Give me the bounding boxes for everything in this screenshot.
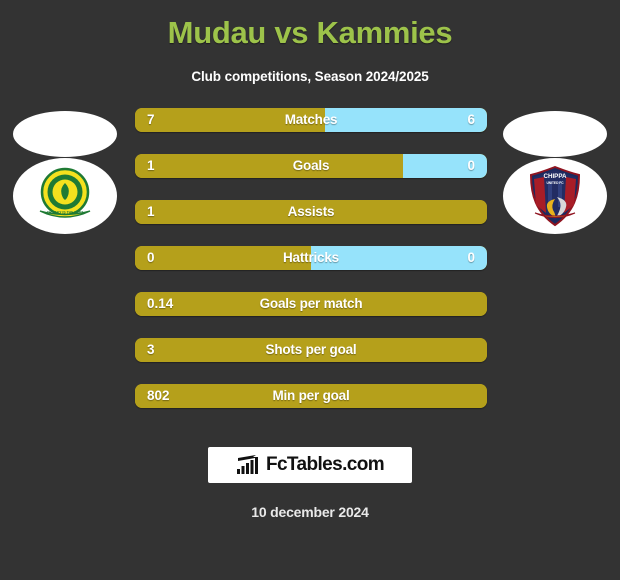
stat-label: Assists xyxy=(287,204,335,219)
stat-row: 3 Shots per goal xyxy=(135,338,487,362)
page-subtitle: Club competitions, Season 2024/2025 xyxy=(191,69,429,84)
comparison-area: THE SKY IS THE LIMIT CHIPPA UNITED FC 7 … xyxy=(0,108,620,418)
home-crest-placeholder-top xyxy=(13,111,117,157)
stat-label: Hattricks xyxy=(283,250,339,265)
home-team-crest-column: THE SKY IS THE LIMIT xyxy=(0,108,130,408)
mamelodi-sundowns-crest-icon: THE SKY IS THE LIMIT xyxy=(39,167,91,218)
stat-label: Min per goal xyxy=(272,388,350,403)
stat-label: Goals xyxy=(292,158,330,173)
svg-text:UNITED FC: UNITED FC xyxy=(547,181,565,185)
stat-row: 0 Hattricks 0 xyxy=(135,246,487,270)
stat-row: 1 Assists xyxy=(135,200,487,224)
away-crest-placeholder-top xyxy=(503,111,607,157)
away-stat-value: 0 xyxy=(467,250,475,265)
stat-row: 1 Goals 0 xyxy=(135,154,487,178)
brand-name: FcTables.com xyxy=(265,454,385,475)
bar-chart-arrow-icon xyxy=(236,455,258,474)
stat-bar-list: 7 Matches 6 1 Goals 0 1 Assists 0 Hattri… xyxy=(135,108,487,408)
stat-row: 802 Min per goal xyxy=(135,384,487,408)
stat-row: 7 Matches 6 xyxy=(135,108,487,132)
chippa-united-crest-icon: CHIPPA UNITED FC xyxy=(529,165,581,227)
away-stat-value: 6 xyxy=(467,112,475,127)
stat-label: Matches xyxy=(284,112,338,127)
footer: FcTables.com 10 december 2024 xyxy=(0,447,620,520)
footer-date: 10 december 2024 xyxy=(251,504,369,520)
page-title: Mudau vs Kammies xyxy=(167,15,453,50)
away-team-crest-slot: CHIPPA UNITED FC xyxy=(503,158,607,234)
svg-text:THE SKY IS THE LIMIT: THE SKY IS THE LIMIT xyxy=(47,210,84,214)
away-team-crest-column: CHIPPA UNITED FC xyxy=(490,108,620,408)
svg-text:CHIPPA: CHIPPA xyxy=(544,173,567,180)
stat-label: Shots per goal xyxy=(265,342,357,357)
away-stat-value: 0 xyxy=(467,158,475,173)
stat-label: Goals per match xyxy=(259,296,363,311)
fctables-brand-logo[interactable]: FcTables.com xyxy=(208,447,412,483)
stat-row: 0.14 Goals per match xyxy=(135,292,487,316)
home-team-crest-slot: THE SKY IS THE LIMIT xyxy=(13,158,117,234)
